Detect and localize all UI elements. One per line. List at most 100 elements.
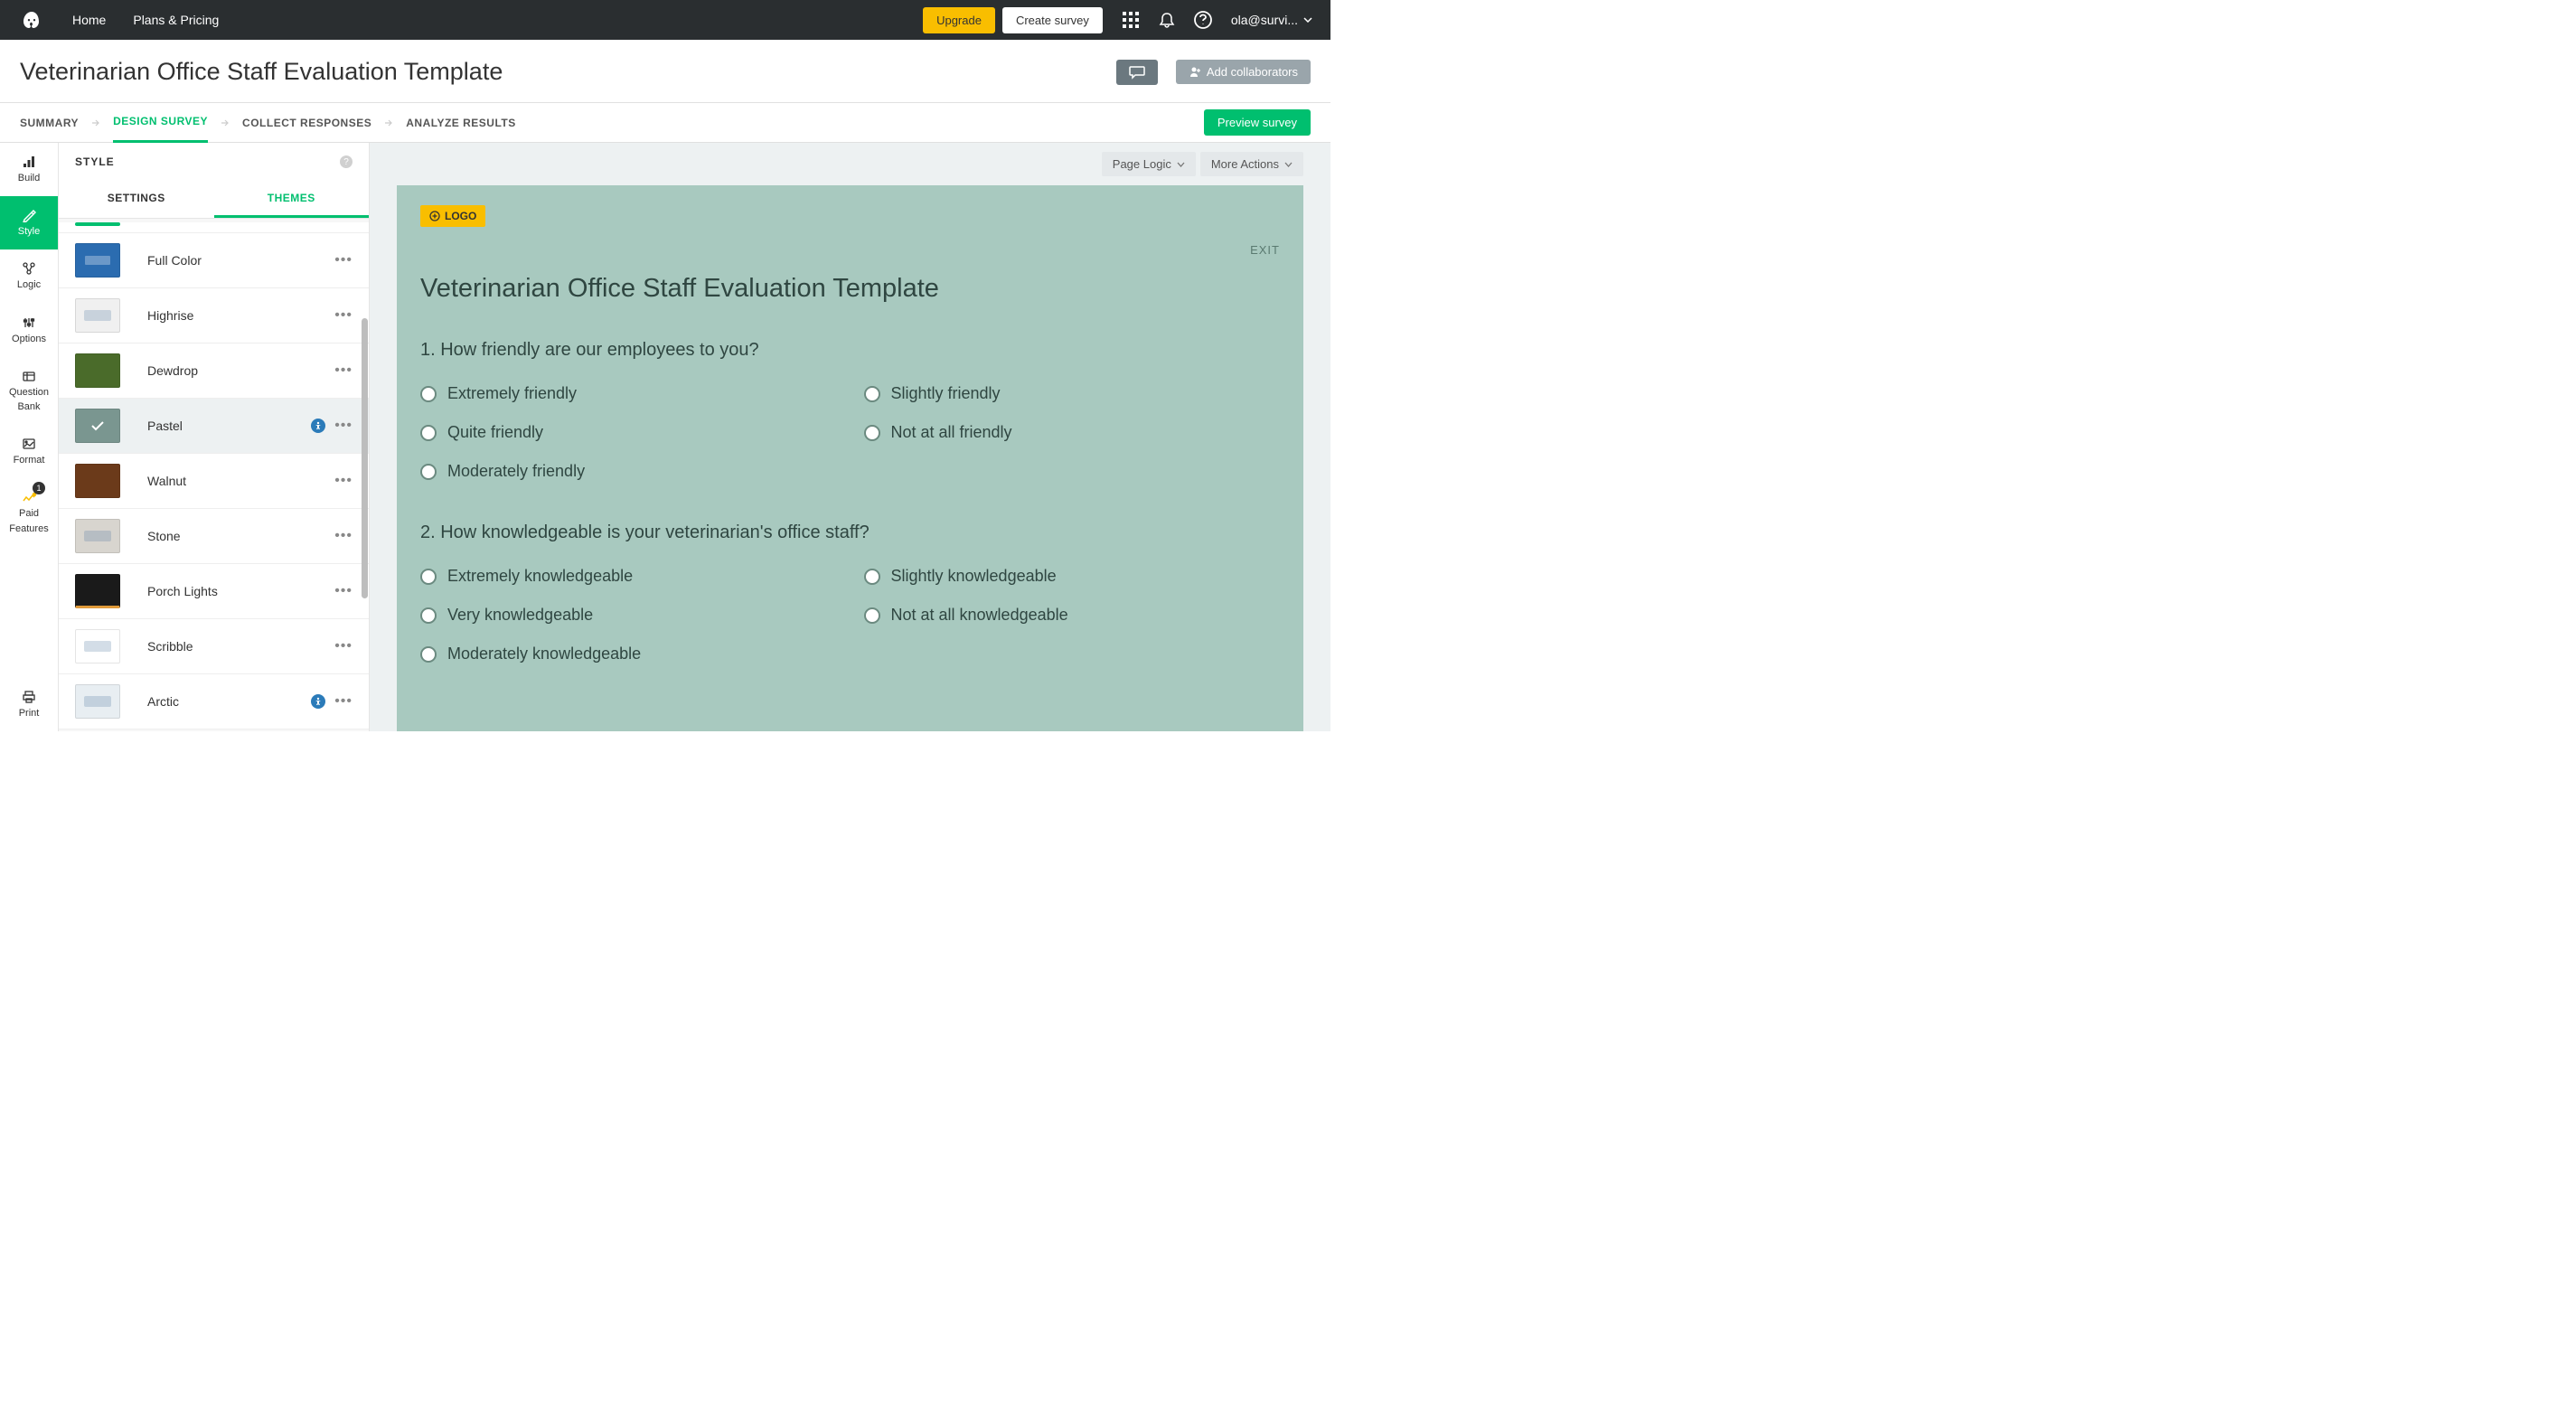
builder-tabs: SUMMARY DESIGN SURVEY COLLECT RESPONSES …: [0, 103, 1330, 143]
options-icon: [22, 315, 36, 331]
theme-name: Full Color: [147, 253, 307, 268]
radio-icon[interactable]: [864, 569, 880, 585]
radio-icon[interactable]: [864, 386, 880, 402]
theme-more-icon[interactable]: •••: [334, 528, 353, 544]
theme-item[interactable]: Walnut •••: [59, 454, 369, 509]
user-menu[interactable]: ola@survi...: [1231, 13, 1312, 27]
canvas-toolbar: Page Logic More Actions: [397, 143, 1303, 185]
preview-survey-button[interactable]: Preview survey: [1204, 109, 1311, 136]
option-label: Slightly knowledgeable: [891, 567, 1057, 586]
logic-icon: [22, 260, 36, 277]
logo-btn-label: LOGO: [445, 210, 476, 222]
create-survey-button[interactable]: Create survey: [1002, 7, 1103, 33]
question[interactable]: 1. How friendly are our employees to you…: [420, 340, 1280, 481]
theme-more-icon[interactable]: •••: [334, 693, 353, 710]
add-collaborators-button[interactable]: Add collaborators: [1176, 60, 1311, 84]
radio-icon[interactable]: [420, 464, 437, 480]
theme-more-icon[interactable]: •••: [334, 638, 353, 654]
survey-title[interactable]: Veterinarian Office Staff Evaluation Tem…: [420, 274, 1280, 304]
notifications-icon[interactable]: [1157, 10, 1177, 30]
chevron-down-icon: [1303, 17, 1312, 23]
subtab-settings[interactable]: SETTINGS: [59, 181, 214, 218]
radio-icon[interactable]: [864, 425, 880, 441]
theme-item[interactable]: Dewdrop •••: [59, 343, 369, 399]
theme-more-icon[interactable]: •••: [334, 362, 353, 379]
theme-item[interactable]: Arctic•••: [59, 674, 369, 729]
question-text: 1. How friendly are our employees to you…: [420, 340, 1280, 361]
theme-more-icon[interactable]: •••: [334, 252, 353, 268]
nav-plans[interactable]: Plans & Pricing: [133, 13, 219, 27]
radio-icon[interactable]: [420, 386, 437, 402]
theme-item[interactable]: Scribble•••: [59, 619, 369, 674]
add-logo-button[interactable]: LOGO: [420, 205, 485, 227]
page-logic-button[interactable]: Page Logic: [1102, 152, 1196, 176]
subtab-themes[interactable]: THEMES: [214, 181, 370, 218]
exit-link[interactable]: EXIT: [1250, 243, 1280, 257]
theme-item[interactable]: Porch Lights •••: [59, 564, 369, 619]
option[interactable]: Extremely knowledgeable: [420, 567, 837, 586]
option[interactable]: Slightly knowledgeable: [864, 567, 1281, 586]
style-panel: STYLE ? SETTINGS THEMES Full Color•••Hig…: [59, 143, 370, 731]
theme-item[interactable]: Pastel•••: [59, 399, 369, 454]
option[interactable]: Extremely friendly: [420, 384, 837, 403]
theme-thumbnail: [75, 243, 120, 278]
theme-more-icon[interactable]: •••: [334, 418, 353, 434]
option[interactable]: Not at all friendly: [864, 423, 1281, 442]
option[interactable]: Moderately knowledgeable: [420, 645, 837, 663]
radio-icon[interactable]: [420, 569, 437, 585]
panel-help-icon[interactable]: ?: [340, 155, 353, 168]
rail-paid-features[interactable]: 1 Paid Features: [0, 478, 58, 546]
more-actions-button[interactable]: More Actions: [1200, 152, 1303, 176]
nav-links: Home Plans & Pricing: [72, 13, 219, 27]
themes-list[interactable]: Full Color•••Highrise•••Dewdrop•••Pastel…: [59, 219, 369, 731]
rail-style[interactable]: Style: [0, 196, 58, 249]
option[interactable]: Not at all knowledgeable: [864, 606, 1281, 625]
theme-item[interactable]: Stone•••: [59, 509, 369, 564]
rail-format[interactable]: Format: [0, 425, 58, 478]
rail-qbank-label2: Bank: [17, 401, 40, 413]
theme-item[interactable]: Highrise•••: [59, 288, 369, 343]
radio-icon[interactable]: [864, 607, 880, 624]
scrollbar[interactable]: [362, 318, 368, 598]
rail-logic[interactable]: Logic: [0, 249, 58, 303]
option[interactable]: Very knowledgeable: [420, 606, 837, 625]
option[interactable]: Quite friendly: [420, 423, 837, 442]
rail-build[interactable]: Build: [0, 143, 58, 196]
apps-icon[interactable]: [1121, 10, 1141, 30]
rail-print-label: Print: [19, 708, 40, 720]
help-icon[interactable]: [1193, 10, 1213, 30]
rail-question-bank[interactable]: Question Bank: [0, 357, 58, 425]
tab-analyze-results[interactable]: ANALYZE RESULTS: [406, 104, 516, 142]
arrow-icon: [91, 119, 100, 127]
more-actions-label: More Actions: [1211, 157, 1279, 171]
comments-button[interactable]: [1116, 60, 1158, 85]
theme-name: Porch Lights: [147, 584, 307, 598]
theme-more-icon[interactable]: •••: [334, 583, 353, 599]
option[interactable]: Moderately friendly: [420, 462, 837, 481]
tab-summary[interactable]: SUMMARY: [20, 104, 79, 142]
theme-name: Walnut: [147, 474, 307, 488]
question-text: 2. How knowledgeable is your veterinaria…: [420, 522, 1280, 543]
nav-home[interactable]: Home: [72, 13, 106, 27]
tab-collect-responses[interactable]: COLLECT RESPONSES: [242, 104, 371, 142]
paid-badge: 1: [33, 482, 45, 494]
comment-icon: [1129, 65, 1145, 80]
radio-icon[interactable]: [420, 425, 437, 441]
accessibility-icon: [311, 419, 325, 433]
theme-name: Dewdrop: [147, 363, 307, 378]
style-sub-tabs: SETTINGS THEMES: [59, 181, 369, 219]
tab-design-survey[interactable]: DESIGN SURVEY: [113, 102, 208, 143]
theme-more-icon[interactable]: •••: [334, 473, 353, 489]
question[interactable]: 2. How knowledgeable is your veterinaria…: [420, 522, 1280, 663]
radio-icon[interactable]: [420, 646, 437, 663]
radio-icon[interactable]: [420, 607, 437, 624]
theme-more-icon[interactable]: •••: [334, 307, 353, 324]
rail-print[interactable]: Print: [0, 678, 58, 731]
theme-thumbnail: [75, 464, 120, 498]
upgrade-button[interactable]: Upgrade: [923, 7, 995, 33]
brand-logo-icon[interactable]: [18, 6, 45, 33]
theme-item[interactable]: Full Color •••: [59, 233, 369, 288]
option[interactable]: Slightly friendly: [864, 384, 1281, 403]
question-options: Extremely friendly Slightly friendly Quite…: [420, 384, 1280, 481]
rail-options[interactable]: Options: [0, 304, 58, 357]
